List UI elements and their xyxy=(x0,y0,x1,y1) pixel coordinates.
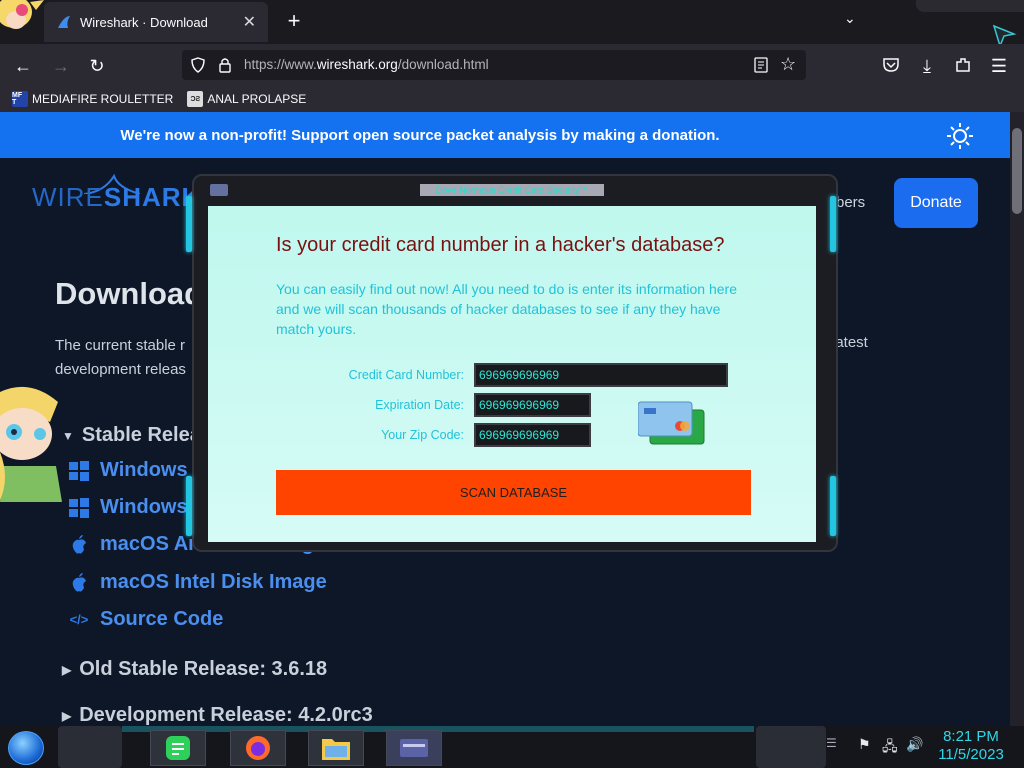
bookmarks-toolbar: MF T MEDIAFIRE ROULETTER ƆƧ ANAL PROLAPS… xyxy=(0,86,1024,112)
download-label: Source Code xyxy=(100,608,224,630)
url-path: /download.html xyxy=(397,57,489,72)
bookmark-second[interactable]: ƆƧ ANAL PROLAPSE xyxy=(187,91,306,107)
url-bar[interactable]: https://www.wireshark.org/download.html … xyxy=(182,50,806,80)
frame-led-decoration xyxy=(830,196,836,252)
old-stable-label: Old Stable Release: 3.6.18 xyxy=(79,658,328,680)
page-scrollbar-thumb[interactable] xyxy=(1012,128,1022,214)
frame-led-decoration xyxy=(186,476,192,536)
download-link-macos-intel[interactable]: macOS Intel Disk Image xyxy=(68,571,327,594)
network-icon[interactable]: 🖧 xyxy=(882,736,898,760)
zip-code-label: Your Zip Code: xyxy=(381,428,464,442)
firefox-icon xyxy=(246,736,270,760)
downloads-icon[interactable]: ⤓ xyxy=(914,53,940,79)
card-window-icon xyxy=(400,739,428,757)
popup-app-icon xyxy=(210,184,228,196)
donate-button[interactable]: Donate xyxy=(894,178,978,228)
windows-icon xyxy=(69,460,89,481)
download-label: Windows xyxy=(100,496,188,518)
frame-led-decoration xyxy=(186,196,192,252)
close-tab-icon[interactable]: ✕ xyxy=(243,12,256,32)
notes-app-icon xyxy=(166,736,190,760)
download-label: Windows xyxy=(100,459,188,481)
mascot-character-icon xyxy=(0,386,62,502)
logo-wire-text: WIRE xyxy=(32,182,104,212)
mascot-decoration-icon xyxy=(0,0,44,29)
taskbar-decoration xyxy=(58,726,122,768)
taskbar-decoration xyxy=(756,726,826,768)
scan-database-button[interactable]: SCAN DATABASE xyxy=(276,470,751,515)
reload-icon[interactable]: ↻ xyxy=(84,53,110,79)
action-center-flag-icon[interactable]: ⚑ xyxy=(858,736,871,753)
reader-view-icon[interactable] xyxy=(754,57,768,73)
windows-icon xyxy=(69,497,89,518)
popup-window-title: Dove Normous Credit Card Security™ xyxy=(420,184,604,196)
download-link-windows-1[interactable]: Windows xyxy=(68,459,188,482)
browser-tab-bar: Wireshark · Download ✕ + ⌄ xyxy=(0,0,1024,49)
taskbar-notes-app[interactable] xyxy=(150,730,206,766)
lock-icon[interactable] xyxy=(218,57,232,73)
dev-release-heading[interactable]: ▶ Development Release: 4.2.0rc3 xyxy=(62,704,373,726)
page-title: Download xyxy=(55,276,204,311)
pocket-icon[interactable] xyxy=(882,57,900,73)
bookmark-star-icon[interactable]: ☆ xyxy=(780,54,796,75)
taskbar-file-explorer-app[interactable] xyxy=(308,730,364,766)
hamburger-menu-icon[interactable]: ☰ xyxy=(986,53,1012,79)
start-button[interactable] xyxy=(8,731,44,765)
dev-release-label: Development Release: 4.2.0rc3 xyxy=(79,704,373,726)
download-label: macOS Intel Disk Image xyxy=(100,571,327,593)
popup-content: Is your credit card number in a hacker's… xyxy=(208,206,816,542)
bookmark-mediafire[interactable]: MF T MEDIAFIRE ROULETTER xyxy=(12,91,173,107)
old-stable-heading[interactable]: ▶ Old Stable Release: 3.6.18 xyxy=(62,658,327,681)
tab-title: Wireshark · Download xyxy=(80,14,208,30)
extensions-icon[interactable] xyxy=(954,56,972,74)
taskbar-popup-app[interactable] xyxy=(386,730,442,766)
wireshark-fin-icon xyxy=(58,16,70,28)
frame-led-decoration xyxy=(830,476,836,536)
mediafire-icon: MF T xyxy=(12,91,28,107)
bookmark-label: ANAL PROLAPSE xyxy=(207,92,307,106)
tab-wireshark-download[interactable]: Wireshark · Download ✕ xyxy=(44,2,268,42)
tray-handle-icon[interactable]: ☰ xyxy=(826,736,837,750)
code-icon: </> xyxy=(69,612,89,627)
card-number-input[interactable]: 696969696969 xyxy=(474,363,728,387)
window-controls[interactable] xyxy=(916,0,1024,12)
donation-banner[interactable]: We're now a non-profit! Support open sou… xyxy=(0,112,1010,158)
wireshark-logo[interactable]: WIRESHARK xyxy=(32,182,201,213)
theme-toggle-sun-icon[interactable] xyxy=(946,122,974,150)
page-description: The current stable r development releas xyxy=(55,337,186,378)
collapsed-triangle-icon: ▶ xyxy=(62,708,72,723)
popup-paragraph: You can easily find out now! All you nee… xyxy=(276,281,737,337)
download-link-windows-2[interactable]: Windows xyxy=(68,496,188,519)
popup-question: Is your credit card number in a hacker's… xyxy=(276,234,725,256)
expiration-date-input[interactable]: 696969696969 xyxy=(474,393,591,417)
card-number-label: Credit Card Number: xyxy=(348,368,464,382)
zip-code-input[interactable]: 696969696969 xyxy=(474,423,591,447)
volume-icon[interactable]: 🔊 xyxy=(906,736,923,753)
url-host: wireshark.org xyxy=(316,57,398,72)
url-prefix: https://www. xyxy=(244,57,317,72)
list-tabs-chevron-icon[interactable]: ⌄ xyxy=(844,10,856,27)
download-link-source-code[interactable]: </> Source Code xyxy=(68,608,224,631)
folder-icon xyxy=(322,739,350,760)
taskbar-firefox-app[interactable] xyxy=(230,730,286,766)
back-arrow-icon[interactable]: ← xyxy=(10,53,36,79)
credit-cards-icon xyxy=(638,401,705,445)
clock-date: 11/5/2023 xyxy=(938,746,1004,763)
bookmark-label: MEDIAFIRE ROULETTER xyxy=(32,92,174,106)
system-clock[interactable]: 8:21 PM 11/5/2023 xyxy=(932,728,1010,764)
forward-arrow-icon[interactable]: → xyxy=(48,53,74,79)
url-text[interactable]: https://www.wireshark.org/download.html xyxy=(244,57,489,72)
new-tab-button[interactable]: + xyxy=(280,8,308,34)
collapsed-triangle-icon: ▶ xyxy=(62,662,72,677)
shield-icon[interactable] xyxy=(190,57,206,73)
clock-time: 8:21 PM xyxy=(943,728,999,745)
apple-icon xyxy=(72,572,86,592)
bookmark-favicon-icon: ƆƧ xyxy=(187,91,204,107)
apple-icon xyxy=(72,534,86,554)
expiration-date-label: Expiration Date: xyxy=(375,398,464,412)
browser-nav-bar: ← → ↻ https://www.wireshark.org/download… xyxy=(0,44,1024,86)
nav-members-link[interactable]: bers xyxy=(836,194,865,211)
